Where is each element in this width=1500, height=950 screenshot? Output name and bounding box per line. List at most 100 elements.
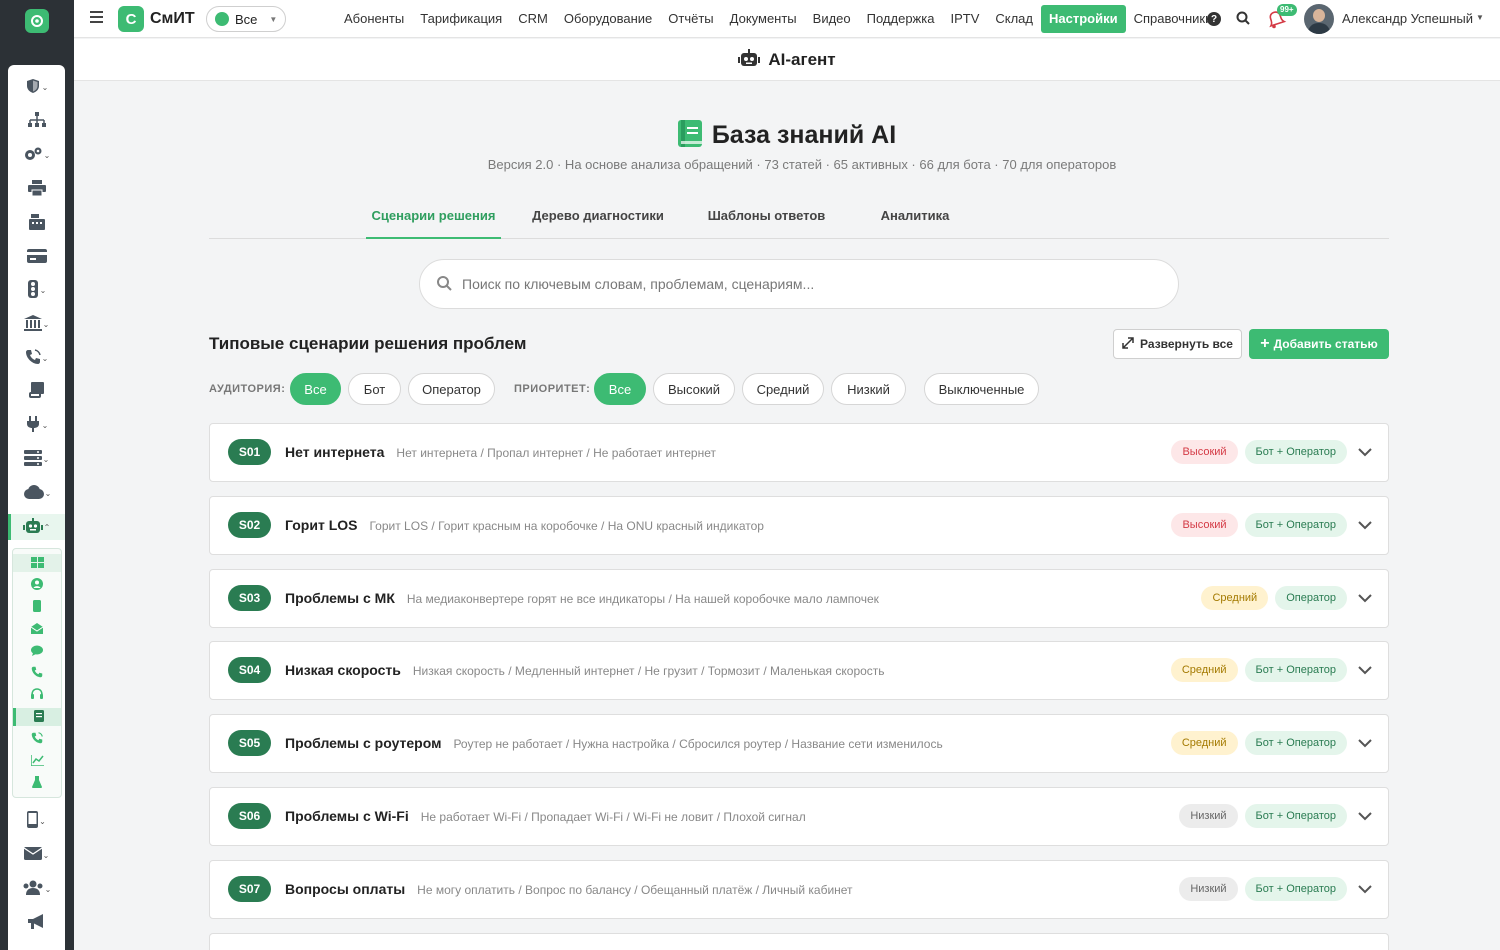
chevron-down-icon: ⌄ [41, 353, 49, 363]
nav-item[interactable]: Тарификация [412, 5, 510, 33]
avatar[interactable] [1304, 4, 1334, 34]
scenario-title-row: Вопросы оплаты Не могу оплатить / Вопрос … [285, 881, 853, 897]
main-content: База знаний AI Версия 2.0 · На основе ан… [74, 82, 1500, 950]
tab[interactable]: Дерево диагностики [527, 200, 669, 239]
chevron-down-icon[interactable] [1356, 589, 1374, 607]
tab[interactable]: Шаблоны ответов [699, 200, 834, 239]
search-box[interactable] [419, 259, 1179, 309]
sidebar-item-monitoring[interactable]: ⌄ [8, 277, 65, 303]
search-icon [436, 275, 452, 294]
chevron-down-icon[interactable] [1356, 661, 1374, 679]
nav-item[interactable]: CRM [510, 5, 556, 33]
sidebar-item-telephony[interactable]: ⌄ [8, 345, 65, 371]
brand-logo[interactable]: С [118, 6, 144, 32]
priority-filter-pill[interactable]: Средний [742, 373, 824, 405]
sidebar-item-servers[interactable]: ⌄ [8, 446, 65, 472]
scenario-card[interactable]: S02 Горит LOS Горит LOS / Горит красным на… [209, 496, 1389, 555]
nav-item[interactable]: Склад [987, 5, 1041, 33]
scenario-card[interactable]: S04 Низкая скорость Низкая скорость / Медл… [209, 641, 1389, 700]
chevron-down-icon[interactable] [1356, 516, 1374, 534]
scenario-code-badge: S02 [228, 512, 271, 538]
robot-icon [22, 517, 43, 537]
sidebar-item-payments[interactable] [8, 244, 65, 270]
audience-filter-label: АУДИТОРИЯ: [209, 383, 286, 395]
submenu-item-chat[interactable] [13, 642, 61, 660]
chevron-down-icon[interactable] [1356, 880, 1374, 898]
nav-item[interactable]: Поддержка [859, 5, 943, 33]
scenario-code-badge: S05 [228, 730, 271, 756]
question-circle-icon[interactable]: ? [1207, 12, 1221, 26]
sidebar-item-marketing[interactable] [8, 910, 65, 936]
nav-item[interactable]: Настройки [1041, 5, 1126, 33]
scenario-card[interactable]: S01 Нет интернета Нет интернета / Пропал и… [209, 423, 1389, 482]
tab[interactable]: Аналитика [865, 200, 965, 239]
sidebar-item-mail[interactable]: ⌄ [8, 842, 65, 868]
nav-item[interactable]: Видео [805, 5, 859, 33]
audience-filter-pill[interactable]: Оператор [408, 373, 495, 405]
submenu-item-lab[interactable] [13, 774, 61, 792]
submenu-item-stats[interactable] [13, 752, 61, 770]
user-name[interactable]: Александр Успешный [1342, 11, 1473, 26]
sidebar-item-network[interactable] [8, 108, 65, 134]
sidebar-item-mobile[interactable]: ⌄ [8, 808, 65, 834]
audience-filter-pill[interactable]: Бот [348, 373, 401, 405]
bank-icon [23, 314, 42, 334]
scope-selector[interactable]: Все ▼ [206, 6, 286, 32]
sidebar-item-ai-agent[interactable]: ⌃ [8, 514, 65, 540]
kb-header: База знаний AI [74, 120, 1500, 150]
sidebar-item-settings[interactable]: ⌄ [8, 142, 65, 168]
scenario-tags: Средний Бот + Оператор [1170, 731, 1374, 755]
sidebar-item-print[interactable] [8, 176, 65, 202]
app-logo-icon[interactable] [25, 9, 49, 33]
notifications-button[interactable]: 99+ [1265, 4, 1297, 30]
mail-open-icon [30, 622, 44, 637]
submenu-item-voice[interactable] [13, 730, 61, 748]
submenu-item-calls[interactable] [13, 664, 61, 682]
menu-toggle-icon[interactable] [90, 11, 103, 23]
chevron-down-icon[interactable] [1356, 443, 1374, 461]
search-input[interactable] [462, 276, 1142, 292]
headset-icon [31, 687, 43, 703]
nav-item[interactable]: IPTV [942, 5, 987, 33]
chevron-down-icon[interactable] [1356, 807, 1374, 825]
scenario-title: Горит LOS [285, 517, 358, 533]
sidebar-item-security[interactable]: ⌄ [8, 74, 65, 100]
scenario-card[interactable]: S07 Вопросы оплаты Не могу оплатить / Вопр… [209, 860, 1389, 919]
sidebar-item-cashbox[interactable] [8, 210, 65, 236]
submenu-item-profile[interactable] [13, 576, 61, 594]
sidebar-item-bank[interactable]: ⌄ [8, 311, 65, 337]
sidebar-item-users[interactable]: ⌄ [8, 876, 65, 902]
user-menu-caret-icon[interactable]: ▼ [1476, 13, 1484, 22]
priority-badge: Средний [1201, 586, 1269, 610]
nav-item[interactable]: Абоненты [336, 5, 412, 33]
sidebar-item-contracts[interactable] [8, 378, 65, 404]
submenu-item-mobile[interactable] [13, 598, 61, 616]
nav-item[interactable]: Отчёты [660, 5, 721, 33]
chevron-down-icon[interactable] [1356, 734, 1374, 752]
submenu-item-mail[interactable] [13, 620, 61, 638]
nav-item[interactable]: Документы [722, 5, 805, 33]
kb-subtitle: Версия 2.0 · На основе анализа обращений… [487, 157, 1117, 172]
sidebar-item-cloud[interactable]: ⌄ [8, 480, 65, 506]
expand-all-button[interactable]: Развернуть все [1113, 329, 1242, 359]
scenario-card[interactable]: S06 Проблемы с Wi-Fi Не работает Wi-Fi / П… [209, 787, 1389, 846]
scenario-keywords: Нет интернета / Пропал интернет / Не раб… [396, 446, 716, 460]
add-article-button[interactable]: + Добавить статью [1249, 329, 1389, 359]
tab[interactable]: Сценарии решения [366, 200, 501, 239]
scenario-card[interactable] [209, 933, 1389, 950]
nav-item[interactable]: Оборудование [556, 5, 660, 33]
priority-filter-pill[interactable]: Высокий [653, 373, 735, 405]
scenario-card[interactable]: S03 Проблемы с МК На медиаконвертере горят… [209, 569, 1389, 628]
sidebar-item-integrations[interactable]: ⌄ [8, 412, 65, 438]
priority-filter-pill[interactable]: Низкий [831, 373, 906, 405]
search-icon[interactable] [1236, 11, 1250, 28]
submenu-item-dashboard[interactable] [13, 554, 61, 572]
submenu-item-support[interactable] [13, 686, 61, 704]
scenario-card[interactable]: S05 Проблемы с роутером Роутер не работает… [209, 714, 1389, 773]
brand-name[interactable]: СмИТ [150, 10, 195, 28]
section-title: Типовые сценарии решения проблем [209, 334, 527, 353]
audience-filter-pill[interactable]: Все [290, 373, 341, 405]
submenu-item-knowledge-base[interactable] [13, 708, 61, 726]
disabled-filter-pill[interactable]: Выключенные [924, 373, 1039, 405]
priority-filter-pill[interactable]: Все [594, 373, 646, 405]
